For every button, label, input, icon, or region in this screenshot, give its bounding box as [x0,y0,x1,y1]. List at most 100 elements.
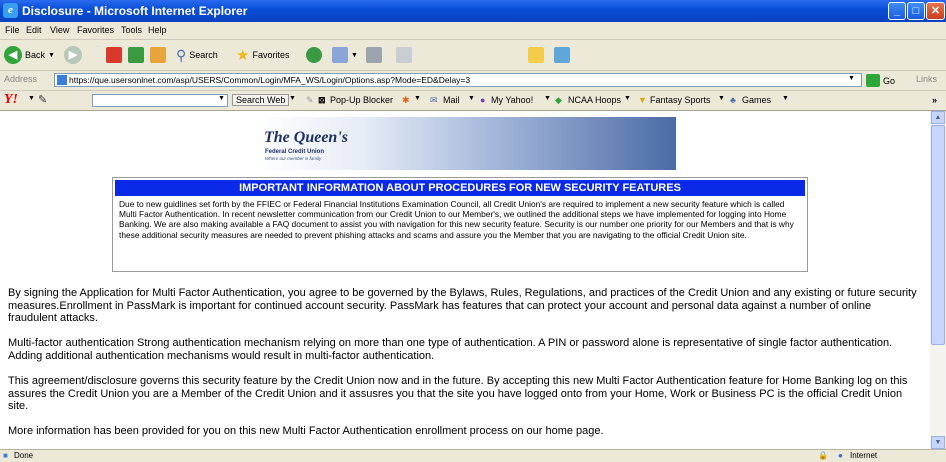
shield-dropdown-icon[interactable]: ▼ [414,95,421,102]
address-input[interactable]: https://que.usersonlnet.com/asp/USERS/Co… [54,73,862,87]
messenger-button[interactable] [554,45,570,65]
paragraph-more-info: More information has been provided for y… [8,425,604,437]
shield-icon[interactable]: ✱ [402,95,410,106]
paragraph-agreement: By signing the Application for Multi Fac… [8,287,917,324]
popup-blocker-button[interactable]: Pop-Up Blocker [330,95,393,105]
search-label: Search [189,50,218,60]
favorites-button[interactable]: ★ Favorites [236,45,289,65]
ncaa-icon: ◆ [555,95,562,105]
menu-edit[interactable]: Edit [26,25,42,35]
vertical-scrollbar[interactable]: ▲ ▼ [930,111,946,449]
back-button[interactable]: ◀ Back ▼ [4,45,55,65]
title-bar: e Disclosure - Microsoft Internet Explor… [0,0,946,22]
search-button[interactable]: ⚲ Search [176,45,218,65]
refresh-button[interactable] [128,45,144,65]
ie-logo-icon: e [3,3,18,18]
windows-flag-icon [926,22,942,38]
games-link[interactable]: Games [742,95,771,105]
home-button[interactable] [150,45,166,65]
my-yahoo-dropdown-icon[interactable]: ▼ [544,95,551,102]
yahoo-search-input[interactable] [92,94,228,107]
mail-link[interactable]: Mail [443,95,460,105]
yahoo-search-dropdown-icon[interactable]: ▼ [218,95,225,102]
mail-envelope-icon: ✉ [430,95,438,105]
toolbar-overflow-icon[interactable]: » [932,95,937,105]
forward-arrow-icon: ▶ [64,46,82,64]
history-icon [306,47,322,63]
highlight-icon[interactable]: ✎ [306,95,314,106]
my-yahoo-icon: ● [480,95,486,105]
logo-sub: Federal Credit Union [265,149,325,155]
yahoo-toolbar: Y! ▼ ✎ ▼ Search Web ▼ ✎ ⊠ Pop-Up Blocker… [0,91,946,111]
fantasy-sports-link[interactable]: Fantasy Sports [650,95,711,105]
games-dropdown-icon[interactable]: ▼ [782,95,789,102]
go-button[interactable]: Go [866,73,895,88]
paragraph-governance: This agreement/disclosure governs this s… [8,375,908,412]
menu-help[interactable]: Help [148,25,167,35]
zone-label: Internet [850,451,878,460]
notice-heading: IMPORTANT INFORMATION ABOUT PROCEDURES F… [115,180,805,196]
close-button[interactable]: ✕ [926,2,945,20]
internet-zone-icon: ● [838,451,843,460]
favorites-label: Favorites [252,50,290,60]
lock-icon: 🔒 [818,451,828,460]
credit-union-logo: The Queen's Federal Credit Union Where o… [258,117,676,170]
back-dropdown-icon[interactable]: ▼ [48,52,55,59]
window-title: Disclosure - Microsoft Internet Explorer [22,4,248,18]
address-dropdown-icon[interactable]: ▼ [848,75,855,82]
stop-button[interactable] [106,45,122,65]
go-arrow-icon [866,74,880,87]
scroll-thumb[interactable] [931,125,945,345]
mail-link-dropdown-icon[interactable]: ▼ [468,95,475,102]
stop-icon [106,47,122,63]
menu-file[interactable]: File [5,25,20,35]
toolbar: ◀ Back ▼ ▶ ⚲ Search ★ Favorites ▼ [0,40,946,71]
menu-bar: File Edit View Favorites Tools Help [0,22,946,40]
fantasy-dropdown-icon[interactable]: ▼ [718,95,725,102]
address-bar: Address https://que.usersonlnet.com/asp/… [0,71,946,91]
folder-button[interactable] [528,45,544,65]
print-icon [366,47,382,63]
back-label: Back [25,50,46,60]
forward-button[interactable]: ▶ [64,45,82,65]
go-label: Go [883,75,896,86]
status-bar: ■ Done 🔒 ● Internet [0,449,946,462]
status-page-icon: ■ [3,451,8,460]
popup-blocker-icon: ⊠ [318,95,326,105]
paragraph-mfa-definition: Multi-factor authentication Strong authe… [8,337,893,362]
logo-name: The Queen's [264,129,348,146]
edit-button[interactable] [396,45,412,65]
edit-icon [396,47,412,63]
history-button[interactable] [306,45,322,65]
scroll-up-icon[interactable]: ▲ [931,111,945,124]
address-url: https://que.usersonlnet.com/asp/USERS/Co… [69,75,471,85]
scroll-down-icon[interactable]: ▼ [931,436,945,449]
fantasy-icon: ▼ [638,95,647,105]
my-yahoo-link[interactable]: My Yahoo! [491,95,533,105]
ncaa-dropdown-icon[interactable]: ▼ [624,95,631,102]
menu-tools[interactable]: Tools [121,25,142,35]
yahoo-dropdown-icon[interactable]: ▼ [28,95,35,102]
mail-button[interactable]: ▼ [332,45,358,65]
messenger-icon [554,47,570,63]
games-icon: ♣ [730,95,736,105]
ncaa-hoops-link[interactable]: NCAA Hoops [568,95,621,105]
maximize-button[interactable]: □ [907,2,925,20]
print-button[interactable] [366,45,382,65]
notice-body: Due to new guidlines set forth by the FF… [119,199,794,240]
logo-tag: Where our member is family [265,156,322,161]
folder-icon [528,47,544,63]
menu-favorites[interactable]: Favorites [77,25,114,35]
pencil-icon[interactable]: ✎ [38,93,47,106]
menu-view[interactable]: View [50,25,69,35]
search-web-button[interactable]: Search Web [232,94,290,106]
page-content: The Queen's Federal Credit Union Where o… [0,111,930,449]
favorites-star-icon: ★ [236,47,250,64]
minimize-button[interactable]: _ [888,2,906,20]
mail-dropdown-icon[interactable]: ▼ [351,52,358,59]
links-label[interactable]: Links [916,74,937,84]
page-icon [57,75,67,85]
yahoo-logo-icon[interactable]: Y! [4,92,18,108]
search-web-dropdown-icon[interactable]: ▼ [289,95,296,102]
address-label: Address [4,74,38,84]
